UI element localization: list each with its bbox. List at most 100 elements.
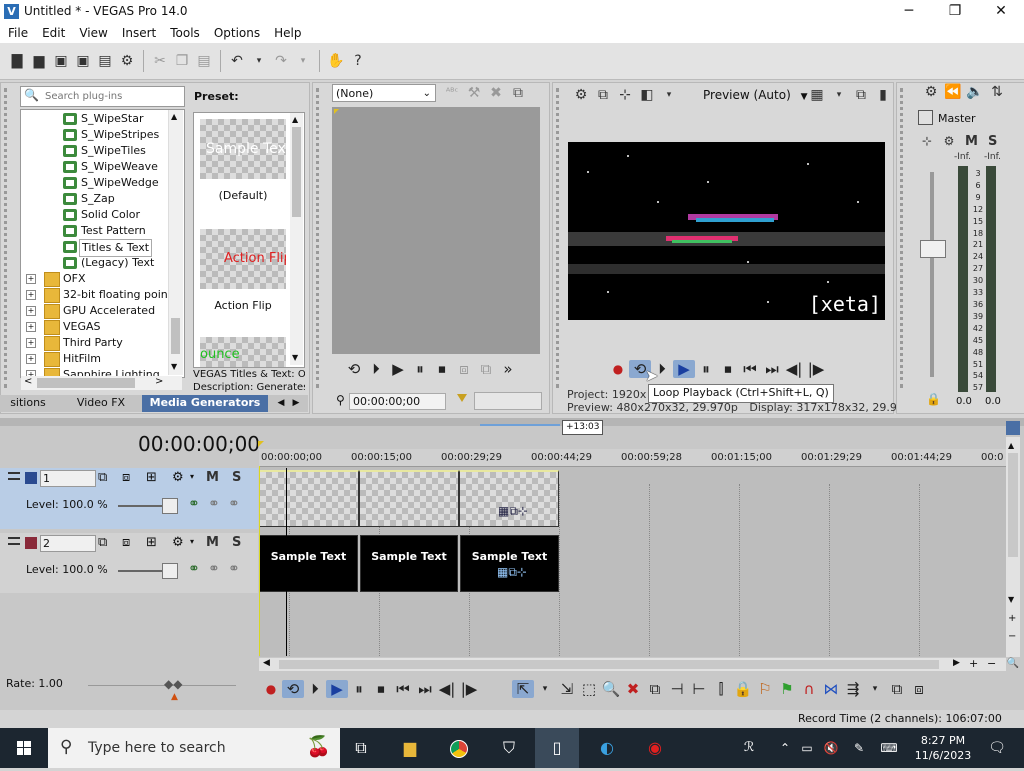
track-child-icon[interactable]: ⚭ [228, 496, 240, 512]
menu-options[interactable]: Options [207, 23, 267, 43]
save-as-icon[interactable]: ▣ [74, 52, 92, 70]
video-clip[interactable] [259, 470, 359, 527]
tree-folder-vegas[interactable]: + VEGAS [21, 319, 171, 335]
preview-fx-icon[interactable]: ◧ [638, 86, 656, 104]
go-to-end-icon[interactable]: ⏭ [761, 360, 783, 378]
volume-muted-icon[interactable]: 🔇 [818, 736, 844, 760]
preview-properties-gear-icon[interactable]: ⚙ [572, 86, 590, 104]
lock-event-icon[interactable]: 🔒 [732, 680, 754, 698]
timeline-vertical-scrollbar[interactable]: ▲ ▼ + − [1006, 437, 1020, 657]
spellcheck-icon[interactable]: ᴬᴮᶜ [443, 84, 461, 102]
menu-insert[interactable]: Insert [115, 23, 163, 43]
mixer-gear-icon[interactable]: ⚙ [922, 83, 940, 101]
scroll-up-icon[interactable]: ▲ [1008, 441, 1014, 450]
external-monitor-icon[interactable]: ⧉ [594, 86, 612, 104]
security-shield-icon[interactable]: ⛉ [496, 736, 522, 760]
loop-playback-icon[interactable]: ⟲ [282, 680, 304, 698]
tree-item-titles-text[interactable]: Titles & Text [21, 239, 171, 257]
track-motion-icon[interactable]: ⧉ [98, 470, 107, 485]
chrome-icon[interactable] [446, 736, 472, 760]
screen-recorder-icon[interactable]: ◉ [642, 736, 668, 760]
scroll-up-icon[interactable]: ▲ [292, 115, 298, 124]
trim-end-icon[interactable]: ⊢ [688, 680, 710, 698]
track-1-name[interactable]: 1 [40, 470, 96, 487]
tree-item-test-pattern[interactable]: Test Pattern [21, 223, 171, 239]
record-icon[interactable]: ● [607, 362, 629, 376]
timeline-horizontal-scrollbar[interactable]: ◀ ▶ + − [259, 657, 1006, 671]
selection-tool-icon[interactable]: ⬚ [578, 680, 600, 698]
stop-icon[interactable]: ⏹ [431, 360, 453, 378]
stop-icon[interactable]: ⏹ [717, 360, 739, 378]
redo-dropdown-icon[interactable]: ▾ [294, 52, 312, 70]
track-2-header[interactable]: 2 ⧉ ⧈ ⊞ ⚙ ▾ M S Level: 100.0 % ⚭ ⚭ ⚭ [0, 533, 258, 593]
taskbar-search-box[interactable]: ⚲ Type here to search 🍒 [48, 728, 340, 768]
trimmer-options-icon[interactable]: ⧉ [509, 84, 527, 102]
track-parent-icon[interactable]: ⚭ [208, 561, 220, 577]
preview-screen[interactable]: [xeta] [568, 142, 885, 320]
text-clip[interactable]: Sample Text [259, 535, 358, 592]
mixer-dim-icon[interactable]: ⇅ [988, 83, 1006, 101]
scroll-right-icon[interactable]: ▶ [953, 658, 960, 668]
loop-playback-icon[interactable]: ⟲ [343, 360, 365, 378]
paste-icon[interactable]: ▤ [195, 52, 213, 70]
keyboard-icon[interactable]: ⌨ [876, 736, 902, 760]
pen-icon[interactable]: ✎ [846, 736, 872, 760]
expand-icon[interactable]: + [26, 322, 36, 332]
play-icon[interactable]: ▶ [326, 680, 348, 698]
compositing-mode-icon[interactable]: ⊞ [146, 470, 157, 485]
tree-folder-ofx[interactable]: + OFX [21, 271, 171, 287]
insert-fx-icon[interactable]: ⊹ [918, 132, 936, 150]
solo-button[interactable]: S [988, 134, 997, 149]
play-from-start-icon[interactable]: ⏵ [304, 680, 326, 698]
timeline-corner-icon[interactable] [1006, 421, 1020, 435]
taskbar-clock[interactable]: 8:27 PM 11/6/2023 [908, 733, 978, 763]
tree-item-s-wipetiles[interactable]: S_WipeTiles [21, 143, 171, 159]
tree-folder-third-party[interactable]: + Third Party [21, 335, 171, 351]
auto-crossfade-icon[interactable]: ⋈ [820, 680, 842, 698]
next-frame-icon[interactable]: |▶ [458, 680, 480, 698]
scroll-thumb[interactable] [279, 660, 939, 669]
trimmer-tool-icon[interactable]: ⚒ [465, 84, 483, 102]
go-to-start-icon[interactable]: ⏮ [739, 360, 761, 378]
lock-icon[interactable]: 🔒 [926, 392, 941, 406]
zoom-out-icon[interactable]: − [1008, 631, 1016, 642]
panel-grip[interactable] [556, 88, 567, 388]
track-1-solo-button[interactable]: S [232, 470, 241, 485]
people-icon[interactable]: ℛ [736, 736, 762, 760]
ignore-grouping-icon[interactable]: ⧈ [908, 680, 930, 698]
scroll-left-icon[interactable]: < [24, 376, 32, 387]
normal-edit-tool-icon[interactable]: ⇱ [512, 680, 534, 698]
pause-icon[interactable]: ⏸ [409, 360, 431, 378]
track-gear-icon[interactable]: ⚙ [172, 535, 184, 550]
tree-vertical-scrollbar[interactable]: ▲ ▼ [168, 110, 183, 375]
render-icon[interactable]: ▤ [96, 52, 114, 70]
tree-folder-gpu[interactable]: + GPU Accelerated [21, 303, 171, 319]
start-button[interactable] [0, 728, 48, 768]
menu-file[interactable]: File [0, 23, 35, 43]
panel-grip[interactable] [900, 88, 911, 388]
timeline-ruler[interactable]: 00:00:00;00 00:00:15;00 00:00:29;29 00:00:4… [259, 449, 1006, 467]
insert-region-icon[interactable]: ⚑ [776, 680, 798, 698]
master-fader-handle[interactable] [920, 240, 946, 258]
scroll-up-icon[interactable]: ▲ [171, 112, 177, 121]
level-slider-handle[interactable] [162, 563, 178, 579]
previous-frame-icon[interactable]: ◀| [436, 680, 458, 698]
scroll-thumb[interactable] [292, 127, 301, 217]
envelope-tool-icon[interactable]: ⇲ [556, 680, 578, 698]
scroll-thumb[interactable] [171, 318, 180, 354]
scroll-down-icon[interactable]: ▼ [171, 362, 177, 371]
copy-snapshot-icon[interactable]: ⧉ [852, 86, 870, 104]
scroll-thumb[interactable] [37, 378, 135, 388]
split-screen-icon[interactable]: ⊹ [616, 86, 634, 104]
track-2-solo-button[interactable]: S [232, 535, 241, 550]
trimmer-media-select[interactable]: (None) ⌄ [332, 84, 436, 102]
compositing-mode-icon[interactable]: ⊞ [146, 535, 157, 550]
panel-grip[interactable] [4, 88, 17, 388]
task-view-icon[interactable]: ⧉ [348, 736, 374, 760]
pause-icon[interactable]: ⏸ [348, 680, 370, 698]
track-parent-icon[interactable]: ⚭ [208, 496, 220, 512]
copy-icon[interactable]: ❐ [173, 52, 191, 70]
previous-frame-icon[interactable]: ◀| [783, 360, 805, 378]
save-icon[interactable]: ▣ [52, 52, 70, 70]
whats-this-help-icon[interactable]: ? [349, 52, 367, 70]
